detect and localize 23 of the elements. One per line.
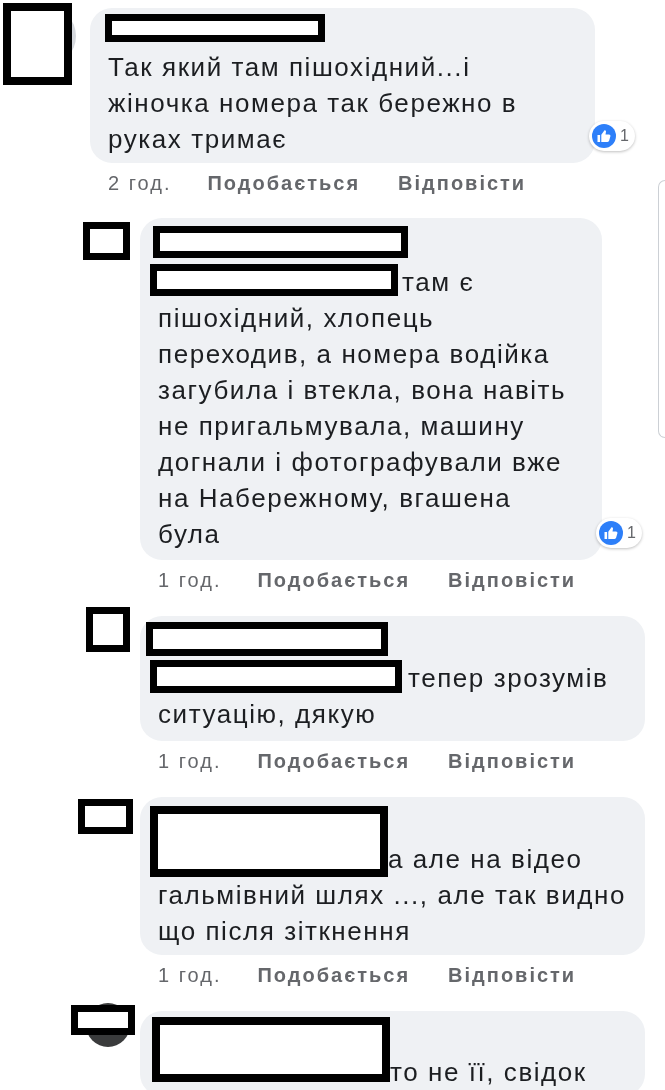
like-button[interactable]: Подобається — [257, 565, 411, 595]
reaction-count: 1 — [627, 524, 636, 542]
thumbs-up-icon — [599, 521, 624, 545]
comment-text: Так який там пішохідний...і жіночка номера так бережно в руках тримає — [108, 51, 519, 156]
thumbs-up-icon — [592, 124, 617, 148]
comment-text: а але на відео гальмівний шлях ..., але так видно що після зіткнення — [158, 841, 635, 949]
reply-button[interactable]: Відповісти — [448, 565, 577, 595]
comment-time: 2 год. — [108, 171, 172, 196]
comment-time: 1 год. — [158, 568, 222, 593]
comment-text: там є пішохідний, хлопець переходив, а номера водійка загубила і втекла, вона навіть не пригальмувала, машину догнали і фотографували вже на Набережному, вгашена була — [158, 264, 571, 552]
like-button[interactable]: Подобається — [257, 960, 411, 990]
reaction-count: 1 — [620, 127, 629, 145]
reply-button[interactable]: Відповісти — [398, 168, 527, 198]
comment-time: 1 год. — [158, 963, 222, 988]
reply-button[interactable]: Відповісти — [448, 746, 577, 776]
comment-text: тепер зрозумів ситуацію, дякую — [158, 660, 635, 732]
reply-button[interactable]: Відповісти — [448, 960, 577, 990]
like-button[interactable]: Подобається — [257, 746, 411, 776]
reaction-badge[interactable]: 1 — [589, 121, 635, 151]
like-button[interactable]: Подобається — [207, 168, 361, 198]
comment-time: 1 год. — [158, 749, 222, 774]
reaction-badge[interactable]: 1 — [596, 518, 642, 548]
comment-text: то не її, свідок — [158, 1054, 635, 1090]
